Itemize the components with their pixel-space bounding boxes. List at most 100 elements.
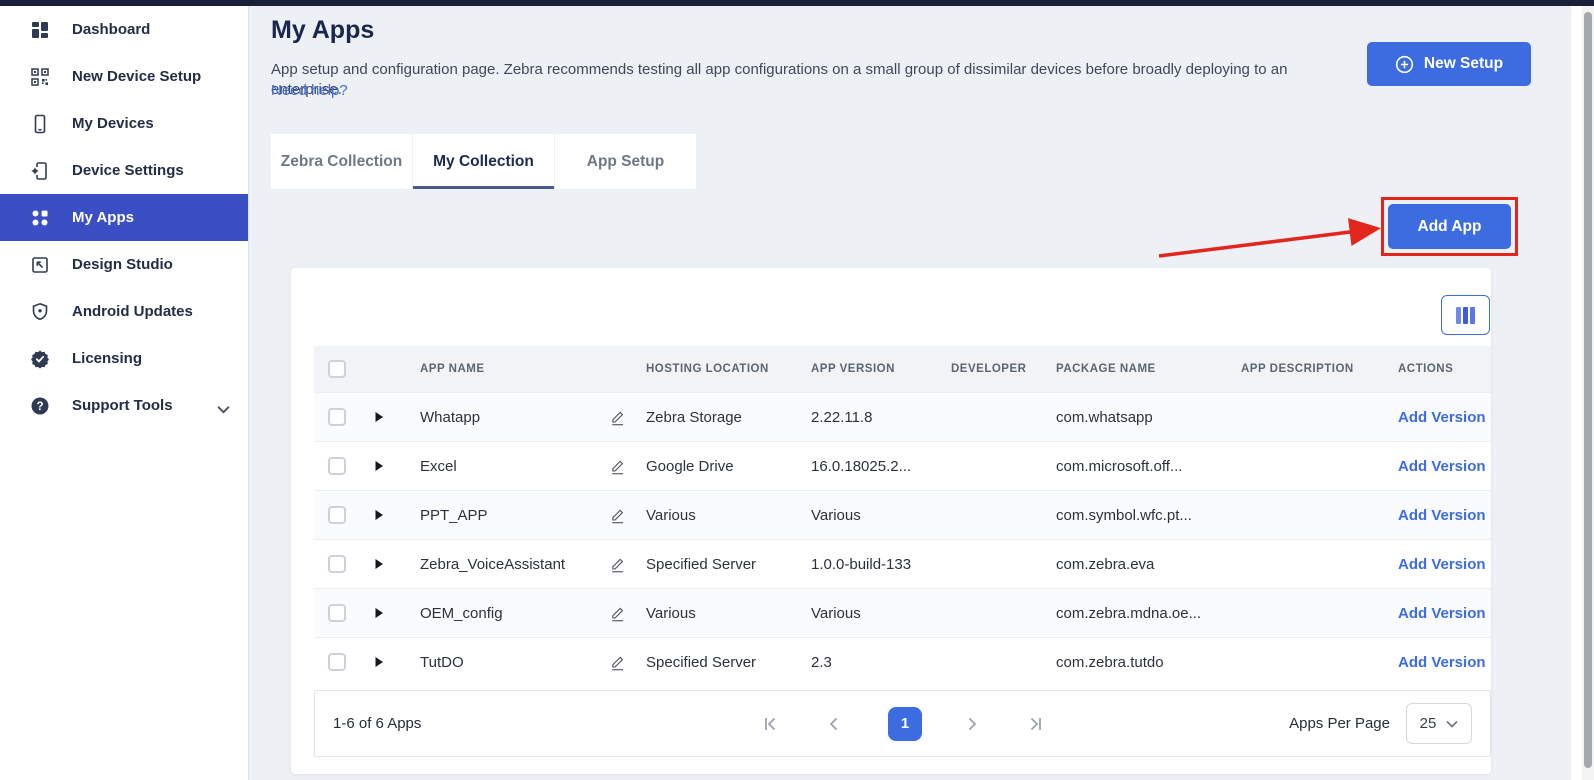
sidebar-item-my-devices[interactable]: My Devices bbox=[0, 100, 248, 147]
chevron-down-icon bbox=[1446, 720, 1458, 728]
expand-row-button[interactable] bbox=[362, 460, 408, 472]
sidebar-item-label: Dashboard bbox=[72, 21, 150, 38]
select-all-checkbox[interactable] bbox=[328, 360, 346, 378]
add-version-link[interactable]: Add Version bbox=[1386, 507, 1491, 524]
edit-app-name-button[interactable] bbox=[597, 408, 634, 427]
column-header-actions: ACTIONS bbox=[1386, 363, 1491, 375]
apps-per-page-select[interactable]: 25 bbox=[1406, 703, 1472, 744]
edit-app-name-button[interactable] bbox=[597, 457, 634, 476]
app-version-cell: 16.0.18025.2... bbox=[799, 458, 939, 475]
add-version-link[interactable]: Add Version bbox=[1386, 458, 1491, 475]
app-version-cell: 2.3 bbox=[799, 654, 939, 671]
table-header-row: APP NAMEHOSTING LOCATIONAPP VERSIONDEVEL… bbox=[314, 346, 1491, 392]
tab-zebra-collection[interactable]: Zebra Collection bbox=[271, 134, 412, 189]
column-settings-button[interactable] bbox=[1441, 295, 1490, 335]
vertical-scrollbar bbox=[1582, 6, 1594, 780]
sidebar-item-design-studio[interactable]: Design Studio bbox=[0, 241, 248, 288]
row-checkbox[interactable] bbox=[328, 457, 346, 475]
table-row: TutDOSpecified Server2.3com.zebra.tutdoA… bbox=[314, 637, 1491, 686]
table-row: WhatappZebra Storage2.22.11.8com.whatsap… bbox=[314, 392, 1491, 441]
edit-app-name-button[interactable] bbox=[597, 506, 634, 525]
pagination-bar: 1-6 of 6 Apps 1 Apps Per Page bbox=[314, 690, 1491, 757]
pagination-controls: 1 bbox=[760, 707, 1050, 741]
expand-row-button[interactable] bbox=[362, 411, 408, 423]
hosting-location-cell: Various bbox=[634, 605, 799, 622]
design-studio-icon bbox=[30, 255, 50, 275]
package-name-cell: com.zebra.eva bbox=[1044, 556, 1229, 573]
hosting-location-cell: Google Drive bbox=[634, 458, 799, 475]
sidebar-item-label: My Devices bbox=[72, 115, 154, 132]
column-header-hosting-location: HOSTING LOCATION bbox=[634, 363, 799, 375]
row-checkbox[interactable] bbox=[328, 555, 346, 573]
table-body: WhatappZebra Storage2.22.11.8com.whatsap… bbox=[314, 392, 1491, 686]
table-row: Zebra_VoiceAssistantSpecified Server1.0.… bbox=[314, 539, 1491, 588]
sidebar-item-licensing[interactable]: Licensing bbox=[0, 335, 248, 382]
column-header-app-description: APP DESCRIPTION bbox=[1229, 363, 1386, 375]
next-page-button[interactable] bbox=[962, 712, 986, 736]
sidebar-item-support-tools[interactable]: ? Support Tools bbox=[0, 382, 248, 429]
app-name-cell: Excel bbox=[408, 458, 597, 475]
previous-page-button[interactable] bbox=[824, 712, 848, 736]
device-settings-icon bbox=[30, 161, 50, 181]
tab-my-collection[interactable]: My Collection bbox=[413, 134, 554, 189]
row-checkbox[interactable] bbox=[328, 653, 346, 671]
app-version-cell: Various bbox=[799, 605, 939, 622]
last-page-button[interactable] bbox=[1026, 712, 1050, 736]
apps-per-page-value: 25 bbox=[1420, 715, 1437, 732]
package-name-cell: com.symbol.wfc.pt... bbox=[1044, 507, 1229, 524]
package-name-cell: com.whatsapp bbox=[1044, 409, 1229, 426]
sidebar-item-label: Support Tools bbox=[72, 397, 173, 414]
app-version-cell: 2.22.11.8 bbox=[799, 409, 939, 426]
tab-bar: Zebra CollectionMy CollectionApp Setup bbox=[271, 134, 696, 189]
add-version-link[interactable]: Add Version bbox=[1386, 556, 1491, 573]
chevron-down-icon bbox=[217, 401, 230, 410]
page-1-button[interactable]: 1 bbox=[888, 707, 922, 741]
column-header-package-name: PACKAGE NAME bbox=[1044, 363, 1229, 375]
annotation-highlight-box: Add App bbox=[1381, 197, 1518, 256]
sidebar-item-my-apps[interactable]: My Apps bbox=[0, 194, 248, 241]
smartphone-icon bbox=[30, 114, 50, 134]
tab-app-setup[interactable]: App Setup bbox=[555, 134, 696, 189]
add-version-link[interactable]: Add Version bbox=[1386, 409, 1491, 426]
sidebar-item-label: My Apps bbox=[72, 209, 134, 226]
edit-app-name-button[interactable] bbox=[597, 604, 634, 623]
expand-row-button[interactable] bbox=[362, 607, 408, 619]
expand-row-button[interactable] bbox=[362, 509, 408, 521]
edit-app-name-button[interactable] bbox=[597, 555, 634, 574]
new-setup-label: New Setup bbox=[1424, 55, 1503, 73]
annotation-arrow bbox=[1150, 218, 1390, 268]
expand-row-button[interactable] bbox=[362, 656, 408, 668]
sidebar-item-label: Android Updates bbox=[72, 303, 193, 320]
package-name-cell: com.zebra.tutdo bbox=[1044, 654, 1229, 671]
sidebar-item-device-settings[interactable]: Device Settings bbox=[0, 147, 248, 194]
sidebar-item-new-device-setup[interactable]: New Device Setup bbox=[0, 53, 248, 100]
row-checkbox[interactable] bbox=[328, 604, 346, 622]
sidebar-item-label: Design Studio bbox=[72, 256, 173, 273]
hosting-location-cell: Specified Server bbox=[634, 556, 799, 573]
hosting-location-cell: Various bbox=[634, 507, 799, 524]
sidebar-item-label: New Device Setup bbox=[72, 68, 201, 85]
first-page-button[interactable] bbox=[760, 712, 784, 736]
scrollbar-thumb[interactable] bbox=[1584, 12, 1592, 768]
table-row: ExcelGoogle Drive16.0.18025.2...com.micr… bbox=[314, 441, 1491, 490]
columns-icon bbox=[1456, 307, 1475, 324]
add-version-link[interactable]: Add Version bbox=[1386, 605, 1491, 622]
expand-row-button[interactable] bbox=[362, 558, 408, 570]
apps-per-page-label: Apps Per Page bbox=[1289, 715, 1390, 732]
new-setup-button[interactable]: New Setup bbox=[1367, 42, 1531, 86]
svg-text:?: ? bbox=[36, 401, 43, 413]
help-circle-icon: ? bbox=[30, 396, 50, 416]
add-app-button[interactable]: Add App bbox=[1388, 204, 1511, 249]
sidebar: Dashboard New Device Setup My Devices Devic… bbox=[0, 6, 249, 780]
need-help-link[interactable]: Need help? bbox=[271, 82, 348, 99]
add-version-link[interactable]: Add Version bbox=[1386, 654, 1491, 671]
row-checkbox[interactable] bbox=[328, 506, 346, 524]
row-checkbox[interactable] bbox=[328, 408, 346, 426]
app-version-cell: 1.0.0-build-133 bbox=[799, 556, 939, 573]
apps-table: APP NAMEHOSTING LOCATIONAPP VERSIONDEVEL… bbox=[314, 346, 1491, 686]
sidebar-item-android-updates[interactable]: Android Updates bbox=[0, 288, 248, 335]
sidebar-item-dashboard[interactable]: Dashboard bbox=[0, 6, 248, 53]
app-name-cell: PPT_APP bbox=[408, 507, 597, 524]
edit-app-name-button[interactable] bbox=[597, 653, 634, 672]
apps-table-card: APP NAMEHOSTING LOCATIONAPP VERSIONDEVEL… bbox=[291, 268, 1491, 774]
